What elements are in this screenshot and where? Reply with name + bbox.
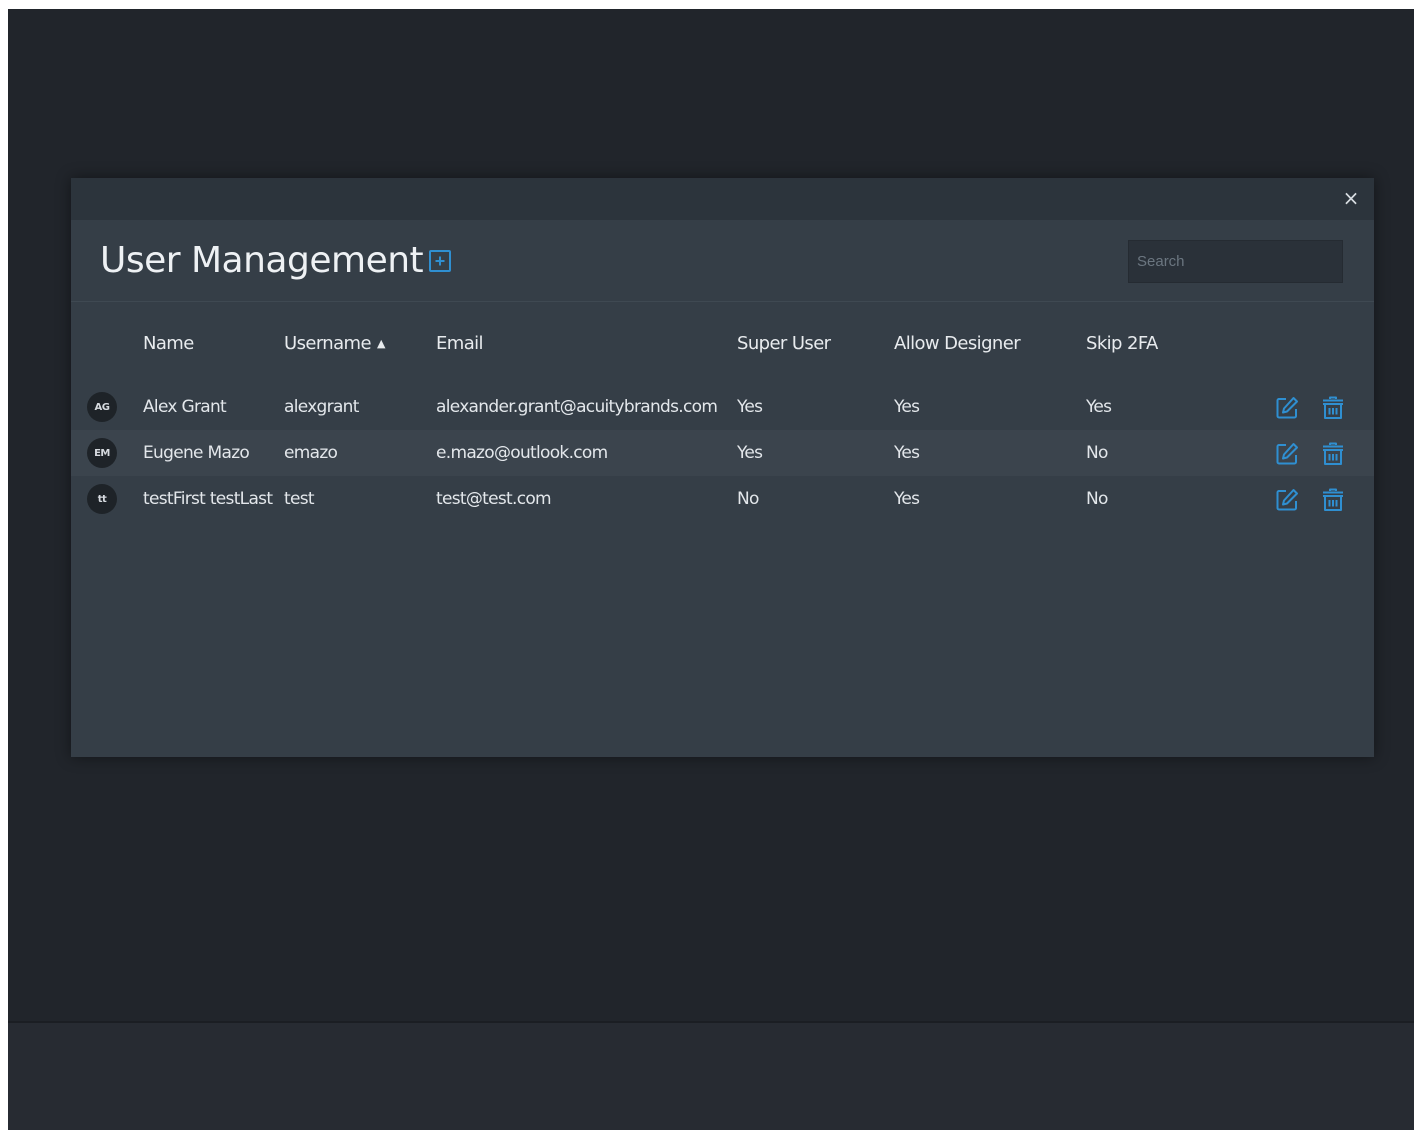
column-header-name[interactable]: Name [143,333,194,354]
table-row: tt testFirst testLast test test@test.com… [71,476,1374,522]
user-skip-2fa: No [1086,443,1108,463]
column-header-username[interactable]: Username ▲ [284,333,385,354]
avatar: tt [87,484,117,514]
edit-user-button[interactable] [1274,441,1300,467]
table-row: AG Alex Grant alexgrant alexander.grant@… [71,384,1374,430]
bottom-bar [8,1021,1414,1130]
user-skip-2fa: Yes [1086,397,1112,417]
plus-square-icon [435,256,445,266]
edit-icon [1276,443,1298,465]
user-allow-designer: Yes [894,397,920,417]
app-screen: × User Management Name Username ▲ Email S… [8,9,1414,1130]
user-username: test [284,489,315,509]
close-button[interactable]: × [1340,186,1362,210]
trash-icon [1323,396,1343,419]
user-super-user: Yes [737,443,763,463]
user-name: testFirst testLast [143,489,273,509]
edit-user-button[interactable] [1274,487,1300,513]
user-username: emazo [284,443,338,463]
avatar: AG [87,392,117,422]
search-input[interactable] [1128,240,1343,283]
modal-header: User Management [71,220,1374,302]
page-title: User Management [100,240,424,281]
user-allow-designer: Yes [894,443,920,463]
delete-user-button[interactable] [1320,487,1346,513]
user-username: alexgrant [284,397,359,417]
sort-ascending-icon: ▲ [376,337,385,350]
user-email: e.mazo@outlook.com [436,443,608,463]
column-header-username-label: Username [284,333,372,354]
user-email: test@test.com [436,489,552,509]
delete-user-button[interactable] [1320,395,1346,421]
user-super-user: No [737,489,759,509]
edit-icon [1276,397,1298,419]
table-row: EM Eugene Mazo emazo e.mazo@outlook.com … [71,430,1374,476]
user-name: Eugene Mazo [143,443,250,463]
delete-user-button[interactable] [1320,441,1346,467]
trash-icon [1323,488,1343,511]
edit-user-button[interactable] [1274,395,1300,421]
user-super-user: Yes [737,397,763,417]
user-email: alexander.grant@acuitybrands.com [436,397,718,417]
user-allow-designer: Yes [894,489,920,509]
user-management-modal: × User Management Name Username ▲ Email S… [71,178,1374,757]
trash-icon [1323,442,1343,465]
column-header-super-user[interactable]: Super User [737,333,831,354]
add-user-button[interactable] [429,250,451,272]
user-skip-2fa: No [1086,489,1108,509]
table-header: Name Username ▲ Email Super User Allow De… [71,333,1374,363]
user-table-body: AG Alex Grant alexgrant alexander.grant@… [71,384,1374,522]
column-header-skip-2fa[interactable]: Skip 2FA [1086,333,1158,354]
avatar: EM [87,438,117,468]
column-header-email[interactable]: Email [436,333,484,354]
column-header-allow-designer[interactable]: Allow Designer [894,333,1021,354]
edit-icon [1276,489,1298,511]
user-name: Alex Grant [143,397,227,417]
modal-topbar: × [71,178,1374,220]
